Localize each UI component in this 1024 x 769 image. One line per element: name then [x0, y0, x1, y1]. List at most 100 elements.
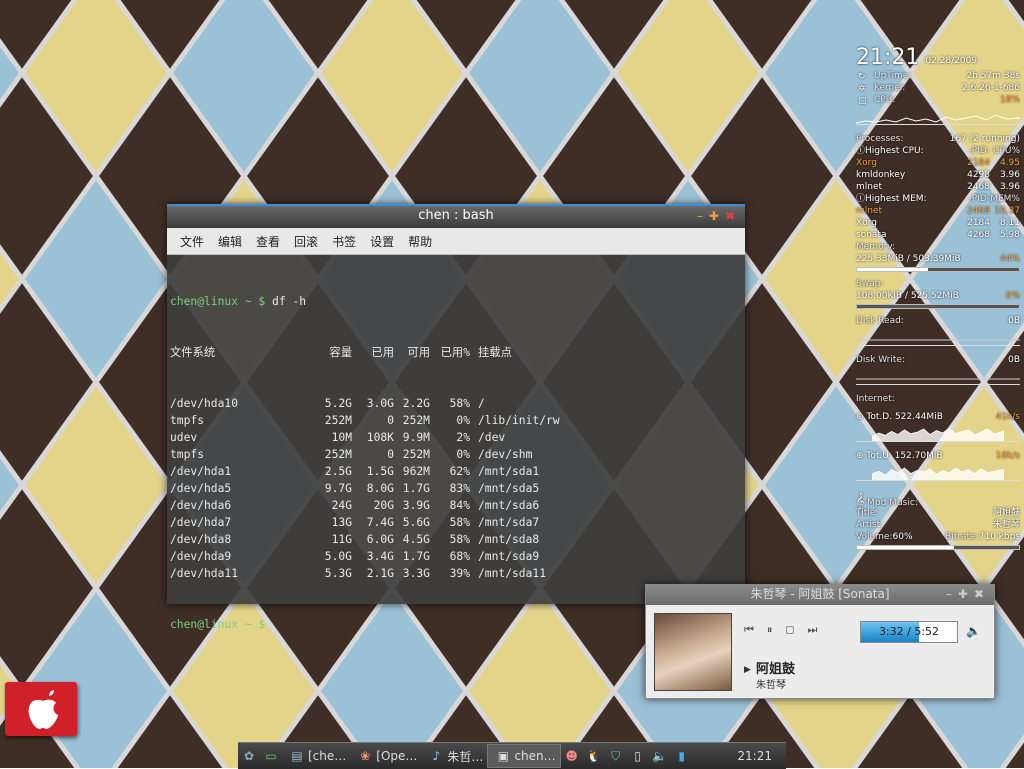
menu-edit[interactable]: 编辑 — [211, 233, 249, 250]
folder-icon: ▤ — [291, 749, 303, 763]
swap-label-row: Swap: — [856, 279, 884, 289]
upload-row: ⊕ Tot.U. 152.70MiB 18k/s — [856, 451, 1020, 461]
menu-view[interactable]: 查看 — [249, 233, 287, 250]
uptime-row: ↻ UpTime: 2h 57m 38s — [858, 71, 1020, 82]
terminal-window[interactable]: chen : bash – ✚ ✖ 文件 编辑 查看 回滚 书签 设置 帮助 c… — [167, 204, 745, 631]
apple-logo-icon[interactable] — [5, 682, 77, 736]
apple-icon — [28, 690, 58, 729]
window-title: 朱哲琴 - 阿姐鼓 [Sonata] — [750, 587, 890, 601]
stop-icon[interactable]: ◻ — [785, 623, 794, 637]
cpu-proc-row: kmldonkey 4298 3.96 — [856, 170, 1020, 180]
song-title: 阿姐鼓 — [756, 662, 796, 677]
task-button[interactable]: ▤ [che… — [282, 745, 350, 767]
mpd-title-row: Title: 阿姐鼓 — [856, 508, 1020, 518]
disk-read-row: Disk Read: 0B — [856, 316, 1020, 326]
conky-date: 02.28/2009 — [925, 56, 978, 66]
conky-monitor: 21:21 02.28/2009 ↻ UpTime: 2h 57m 38s ✲ Ke… — [855, 44, 1021, 556]
close-button[interactable]: ✖ — [974, 585, 984, 604]
tray-chat-icon[interactable]: ☻ — [564, 748, 580, 764]
memory-bar-fill — [857, 268, 929, 271]
song-artist: 朱哲琴 — [756, 680, 786, 691]
menu-settings[interactable]: 设置 — [363, 233, 401, 250]
df-header: 文件系统 容量 已用 可用 已用% 挂载点 — [170, 346, 512, 359]
download-graph — [856, 425, 1020, 442]
mem-proc-row: Xorg 2184 8.11 — [856, 218, 1020, 228]
music-note-icon: ♪ — [432, 749, 441, 763]
taskbar-clock[interactable]: 21:21 — [737, 749, 772, 763]
menu-bookmarks[interactable]: 书签 — [325, 233, 363, 250]
tray-battery-icon[interactable]: ▮ — [674, 748, 690, 764]
cpu-icon: ▢ — [858, 96, 867, 106]
mpd-volume-row: Volume:60% Bitrate:710 kbps — [856, 532, 1020, 542]
cpu-row: ▢ CPU: 18% — [858, 95, 1020, 106]
memory-bar — [856, 267, 1020, 272]
album-art[interactable] — [654, 613, 732, 691]
terminal-icon: ▣ — [497, 749, 510, 763]
minimize-button[interactable]: – — [697, 206, 703, 226]
upload-graph — [856, 464, 1020, 481]
highest-cpu-header: ⓘHighest CPU: -PID- CPU% — [856, 146, 1020, 156]
window-title: chen : bash — [418, 208, 494, 223]
tray-qq-icon[interactable]: 🐧 — [586, 748, 602, 764]
terminal-menubar: 文件 编辑 查看 回滚 书签 设置 帮助 — [167, 228, 745, 255]
mem-proc-row: sonata 4268 5.98 — [856, 230, 1020, 240]
highest-mem-header: ⓘHighest MEM: -PID- MEM% — [856, 194, 1020, 204]
info-icon: ⓘ — [856, 194, 866, 204]
mpd-artist-row: Artist: 朱哲琴 — [856, 520, 1020, 530]
df-row: tmpfs 252M 0 252M 0%/dev/shm — [170, 448, 533, 461]
gear-icon: ✲ — [858, 84, 866, 94]
maximize-button[interactable]: ✚ — [709, 206, 719, 226]
kernel-row: ✲ Kernel: 2.6.26-1-686 — [858, 83, 1020, 94]
tray-shield-icon[interactable]: ⛉ — [608, 748, 624, 764]
minimize-button[interactable]: – — [946, 585, 952, 604]
menu-help[interactable]: 帮助 — [401, 233, 439, 250]
processes-row: Processes: 167 (2 running) — [856, 134, 1020, 144]
task-button[interactable]: ❀ [Ope… — [350, 745, 421, 767]
disk-write-graph — [856, 368, 1020, 385]
task-button-active[interactable]: ▣ chen… — [487, 744, 561, 768]
volume-icon[interactable]: 🔈 — [966, 624, 981, 638]
upload-icon: ⊕ — [856, 451, 864, 461]
internet-row: Internet: — [856, 394, 895, 404]
terminal-launcher-icon[interactable]: ▭ — [263, 748, 279, 764]
df-row: /dev/hda5 9.7G 8.0G 1.7G 83%/mnt/sda5 — [170, 482, 540, 495]
conky-time: 21:21 — [856, 45, 920, 70]
expand-arrow-icon[interactable]: ▶ — [744, 665, 751, 675]
command-line: chen@linux ~ $ df -h — [170, 295, 307, 308]
swap-bar — [856, 304, 1020, 309]
kde-menu-icon[interactable]: ✿ — [241, 748, 257, 764]
menu-scrollback[interactable]: 回滚 — [287, 233, 325, 250]
df-row: /dev/hda7 13G 7.4G 5.6G 58%/mnt/sda7 — [170, 516, 540, 529]
task-button[interactable]: ♪ 朱哲… — [421, 745, 487, 767]
tray-volume-icon[interactable]: 🔈 — [652, 748, 668, 764]
volume-bar — [856, 545, 1020, 550]
next-icon[interactable]: ⏭ — [808, 623, 818, 637]
tray-clipboard-icon[interactable]: ▯ — [630, 748, 646, 764]
sonata-window[interactable]: 朱哲琴 - 阿姐鼓 [Sonata] – ✚ ✖ ⏮ ⏸ ◻ ⏭ 3:32 / … — [645, 584, 995, 699]
progress-bar[interactable]: 3:32 / 5:52 — [860, 621, 958, 643]
refresh-icon: ↻ — [858, 72, 866, 82]
sonata-titlebar[interactable]: 朱哲琴 - 阿姐鼓 [Sonata] – ✚ ✖ — [646, 585, 994, 605]
memory-row: 225.33MiB / 503.39MiB 44% — [856, 254, 1020, 264]
df-row: /dev/hda10 5.2G 3.0G 2.2G 58% / — [170, 397, 485, 410]
cpu-proc-row: mlnet 2468 3.96 — [856, 182, 1020, 192]
time-display: 3:32 / 5:52 — [878, 625, 940, 638]
mpd-row: 𝄞 Mpd Music: — [856, 493, 918, 509]
download-icon: ⊕ — [856, 412, 864, 422]
pause-icon[interactable]: ⏸ — [767, 623, 773, 637]
maximize-button[interactable]: ✚ — [958, 585, 968, 604]
previous-icon[interactable]: ⏮ — [744, 623, 754, 637]
menu-file[interactable]: 文件 — [173, 233, 211, 250]
volume-bar-fill — [857, 546, 955, 549]
terminal-titlebar[interactable]: chen : bash – ✚ ✖ — [167, 204, 745, 228]
close-button[interactable]: ✖ — [725, 206, 735, 226]
taskbar: ✿ ▭ ▤ [che… ❀ [Ope… ♪ 朱哲… ▣ chen… ☻ 🐧 ⛉ … — [238, 742, 786, 769]
swap-row: 108.00KiB / 525.52MiB 0% — [856, 291, 1020, 301]
df-row: /dev/hda9 5.0G 3.4G 1.7G 68%/mnt/sda9 — [170, 550, 540, 563]
df-row: /dev/hda6 24G 20G 3.9G 84%/mnt/sda6 — [170, 499, 540, 512]
mem-proc-row: mlnet 2468 10.37 — [856, 206, 1020, 216]
disk-read-graph — [856, 329, 1020, 346]
df-row: /dev/hda8 11G 6.0G 4.5G 58%/mnt/sda8 — [170, 533, 540, 546]
openoffice-icon: ❀ — [360, 749, 371, 763]
info-icon: ⓘ — [856, 146, 866, 156]
